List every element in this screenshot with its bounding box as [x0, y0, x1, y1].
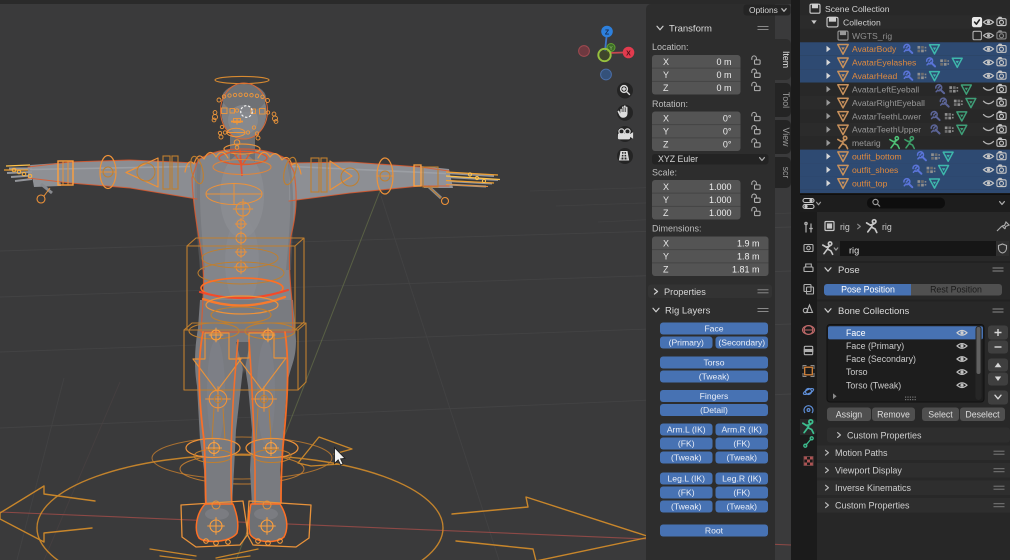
svg-text:(FK): (FK): [678, 488, 695, 498]
svg-text:(Tweak): (Tweak): [699, 372, 730, 382]
svg-text:1.81 m: 1.81 m: [732, 265, 760, 275]
svg-text:Deselect: Deselect: [965, 410, 1000, 420]
svg-text:Face (Secondary): Face (Secondary): [846, 354, 916, 364]
svg-text:(FK): (FK): [678, 439, 695, 449]
svg-text:Z: Z: [663, 208, 669, 218]
svg-text:1.9 m: 1.9 m: [737, 238, 760, 248]
svg-text:Select: Select: [928, 410, 953, 420]
svg-text:AvatarTeethLower: AvatarTeethLower: [852, 111, 921, 121]
svg-text:1.000: 1.000: [709, 208, 732, 218]
svg-text:Collection: Collection: [843, 17, 881, 27]
svg-text:X: X: [663, 238, 669, 248]
svg-text:AvatarLeftEyeball: AvatarLeftEyeball: [852, 84, 919, 94]
svg-text:(Tweak): (Tweak): [726, 453, 757, 463]
svg-text:0 m: 0 m: [716, 70, 731, 80]
svg-text:AvatarEyelashes: AvatarEyelashes: [852, 58, 916, 68]
svg-text:Bone Collections: Bone Collections: [838, 306, 910, 317]
svg-text:rig: rig: [882, 222, 892, 232]
svg-text:(Secondary): (Secondary): [718, 338, 765, 348]
svg-text:(Tweak): (Tweak): [671, 453, 702, 463]
svg-text:outfit_bottom: outfit_bottom: [852, 152, 902, 162]
svg-text:Fingers: Fingers: [700, 391, 729, 401]
svg-text:rig: rig: [840, 222, 850, 232]
svg-text:Options: Options: [749, 5, 778, 15]
svg-text:Custom Properties: Custom Properties: [847, 430, 922, 440]
svg-text:Scale:: Scale:: [652, 168, 677, 178]
svg-text:0°: 0°: [723, 126, 732, 136]
svg-text:0 m: 0 m: [716, 57, 731, 67]
svg-text:AvatarHead: AvatarHead: [852, 71, 897, 81]
svg-text:1.8 m: 1.8 m: [737, 251, 760, 261]
svg-text:Rest Position: Rest Position: [930, 285, 982, 295]
svg-text:Y: Y: [663, 70, 669, 80]
svg-text:X: X: [663, 57, 669, 67]
svg-text:Arm.R (IK): Arm.R (IK): [721, 425, 762, 435]
svg-text:0°: 0°: [723, 113, 732, 123]
svg-text:Z: Z: [663, 140, 669, 150]
svg-text:X: X: [663, 182, 669, 192]
svg-text:(Detail): (Detail): [700, 405, 728, 415]
svg-text:Y: Y: [663, 195, 669, 205]
svg-text:Z: Z: [605, 30, 610, 37]
svg-text:outfit_top: outfit_top: [852, 178, 888, 188]
svg-text:Tool: Tool: [781, 92, 791, 108]
svg-text:Transform: Transform: [669, 24, 712, 35]
svg-text:metarig: metarig: [852, 138, 881, 148]
svg-text:Item: Item: [781, 51, 791, 68]
svg-text:Torso (Tweak): Torso (Tweak): [846, 380, 901, 390]
svg-text:Z: Z: [663, 265, 669, 275]
svg-text:Viewport Display: Viewport Display: [835, 466, 902, 476]
svg-text:Scene Collection: Scene Collection: [825, 4, 890, 14]
svg-text:Arm.L (IK): Arm.L (IK): [667, 425, 706, 435]
svg-text:Leg.L (IK): Leg.L (IK): [668, 474, 706, 484]
svg-text:AvatarBody: AvatarBody: [852, 44, 897, 54]
svg-text:Rig Layers: Rig Layers: [665, 306, 711, 317]
svg-text:Motion Paths: Motion Paths: [835, 448, 888, 458]
svg-text:0 m: 0 m: [716, 83, 731, 93]
svg-text:Inverse Kinematics: Inverse Kinematics: [835, 483, 912, 493]
svg-text:Z: Z: [663, 83, 669, 93]
svg-text:Root: Root: [705, 526, 724, 536]
svg-text:Properties: Properties: [664, 287, 706, 297]
svg-text:Rotation:: Rotation:: [652, 99, 688, 109]
svg-text:Leg.R (IK): Leg.R (IK): [722, 474, 761, 484]
svg-text:Face: Face: [846, 328, 866, 338]
svg-text:outfit_shoes: outfit_shoes: [852, 165, 898, 175]
svg-text:AvatarTeethUpper: AvatarTeethUpper: [852, 125, 921, 135]
svg-text:0°: 0°: [723, 140, 732, 150]
svg-text:Dimensions:: Dimensions:: [652, 224, 702, 234]
svg-text:X: X: [626, 51, 631, 58]
svg-text:1.000: 1.000: [709, 195, 732, 205]
svg-text:rig: rig: [849, 246, 859, 256]
svg-text:Pose: Pose: [838, 265, 860, 276]
svg-text:Custom Properties: Custom Properties: [835, 501, 910, 511]
svg-text:Face (Primary): Face (Primary): [846, 341, 904, 351]
svg-text:Pose Position: Pose Position: [841, 285, 895, 295]
svg-text:Remove: Remove: [877, 410, 910, 420]
svg-text:AvatarRightEyeball: AvatarRightEyeball: [852, 98, 925, 108]
svg-text:Location:: Location:: [652, 42, 689, 52]
svg-text:View: View: [781, 128, 791, 148]
svg-text:(Tweak): (Tweak): [671, 502, 702, 512]
svg-text:Face: Face: [704, 324, 723, 334]
svg-text:(Primary): (Primary): [669, 338, 704, 348]
svg-text:Assign: Assign: [836, 410, 863, 420]
svg-text:WGTS_rig: WGTS_rig: [852, 31, 892, 41]
svg-text:Y: Y: [663, 251, 669, 261]
svg-text:XYZ Euler: XYZ Euler: [658, 154, 698, 164]
svg-text:1.000: 1.000: [709, 182, 732, 192]
svg-text:Torso: Torso: [846, 367, 868, 377]
svg-text:(Tweak): (Tweak): [726, 502, 757, 512]
svg-text:X: X: [663, 113, 669, 123]
svg-text:Torso: Torso: [703, 358, 724, 368]
svg-text:(FK): (FK): [733, 439, 750, 449]
svg-text:(FK): (FK): [733, 488, 750, 498]
svg-text:scr: scr: [781, 167, 791, 179]
svg-text:Y: Y: [663, 126, 669, 136]
